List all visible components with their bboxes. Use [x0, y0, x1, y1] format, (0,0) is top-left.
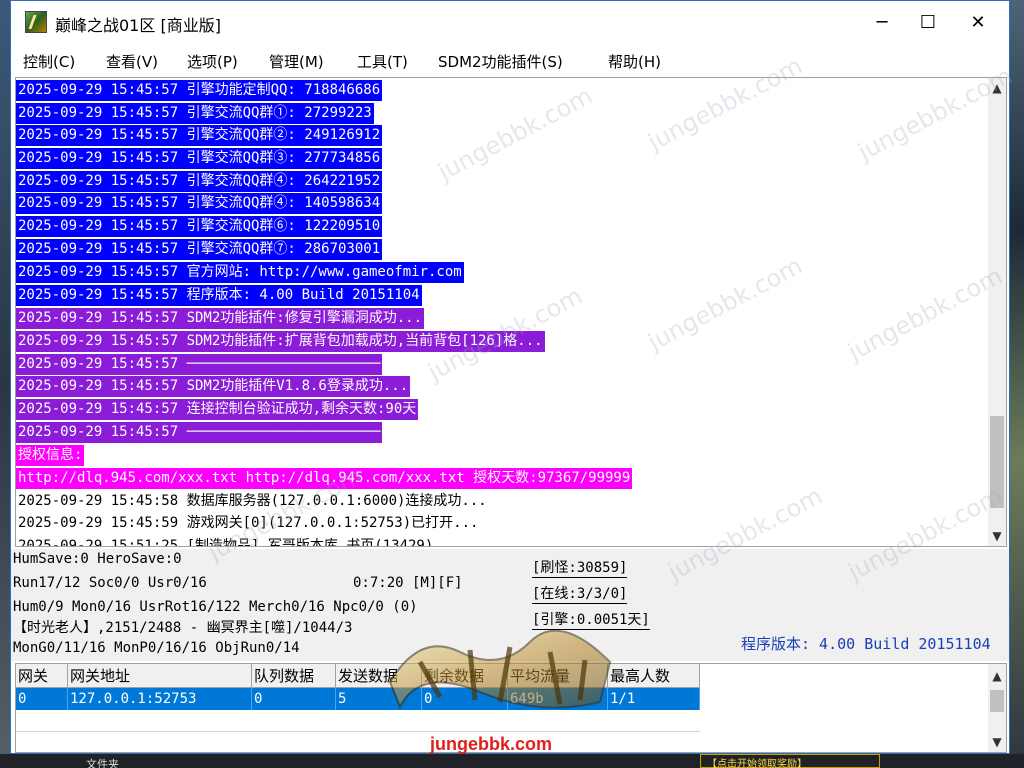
table-row-empty[interactable]	[16, 710, 700, 732]
log-line: 2025-09-29 15:45:57 官方网站: http://www.gam…	[16, 262, 464, 283]
gateway-col-sent[interactable]: 发送数据	[336, 664, 422, 688]
gateway-col-max-users[interactable]: 最高人数	[608, 664, 700, 688]
log-line: 2025-09-29 15:45:57 引擎交流QQ群⑥: 122209510	[16, 216, 383, 237]
menu-view[interactable]: 查看(V)	[106, 51, 158, 72]
app-icon	[25, 11, 47, 33]
status-hum: Hum0/9 Mon0/16 UsrRot16/122 Merch0/16 Np…	[13, 599, 418, 615]
menu-options[interactable]: 选项(P)	[187, 51, 238, 72]
program-version: 程序版本: 4.00 Build 20151104	[741, 635, 991, 653]
status-humsave: HumSave:0 HeroSave:0	[13, 551, 182, 567]
gateway-max-users-cell: 1/1	[608, 688, 700, 710]
log-line: 2025-09-29 15:45:57 SDM2功能插件V1.8.6登录成功..…	[16, 376, 411, 397]
log-line: 授权信息:	[16, 445, 85, 466]
gateway-scrollbar[interactable]: ▲ ▼	[988, 664, 1006, 752]
desktop-background-left	[0, 0, 10, 768]
scroll-up-icon[interactable]: ▲	[988, 78, 1006, 98]
log-line: 2025-09-29 15:45:57 引擎交流QQ群③: 277734856	[16, 148, 383, 169]
gateway-traffic-cell: 649b	[508, 688, 608, 710]
log-line: 2025-09-29 15:45:57 引擎交流QQ群④: 140598634	[16, 193, 383, 214]
log-lines: 2025-09-29 15:45:57 引擎功能定制QQ: 718846686 …	[16, 78, 986, 546]
desktop-background-right	[1010, 0, 1024, 768]
scroll-down-icon[interactable]: ▼	[988, 526, 1006, 546]
window-title: 巅峰之战01区 [商业版]	[55, 16, 221, 35]
log-line: 2025-09-29 15:45:59 游戏网关[0](127.0.0.1:52…	[18, 515, 479, 531]
log-line: 2025-09-29 15:45:57 SDM2功能插件:扩展背包加载成功,当前…	[16, 331, 545, 352]
log-line: 2025-09-29 15:45:57 引擎交流QQ群⑦: 286703001	[16, 239, 383, 260]
menu-manage[interactable]: 管理(M)	[269, 51, 324, 72]
desktop-taskbar-area: 文件夹 【点击开始领取奖励】	[0, 754, 1024, 768]
status-refresh: [刷怪:30859]	[532, 557, 628, 578]
log-line: 2025-09-29 15:45:57 引擎交流QQ群①: 27299223	[16, 103, 374, 124]
gateway-col-queue[interactable]: 队列数据	[252, 664, 336, 688]
log-line: 2025-09-29 15:45:57 程序版本: 4.00 Build 201…	[16, 285, 422, 306]
menu-control[interactable]: 控制(C)	[23, 51, 75, 72]
log-line: 2025-09-29 15:45:58 数据库服务器(127.0.0.1:600…	[18, 493, 487, 509]
log-line: 2025-09-29 15:45:57 引擎交流QQ群④: 264221952	[16, 171, 383, 192]
server-console-window: 巅峰之战01区 [商业版] ─ ☐ ✕ 控制(C) 查看(V) 选项(P) 管理…	[10, 0, 1010, 754]
log-line: 2025-09-29 15:45:57 引擎功能定制QQ: 718846686	[16, 80, 383, 101]
status-timer: 0:7:20 [M][F]	[353, 575, 463, 591]
gateway-col-traffic[interactable]: 平均流量	[508, 664, 608, 688]
maximize-icon[interactable]: ☐	[905, 1, 951, 45]
log-line: 2025-09-29 15:45:57 SDM2功能插件:修复引擎漏洞成功...	[16, 308, 425, 329]
gateway-queue-cell: 0	[252, 688, 336, 710]
desktop-notice[interactable]: 【点击开始领取奖励】	[700, 754, 880, 768]
scroll-thumb[interactable]	[990, 690, 1004, 712]
gateway-col-remaining[interactable]: 剩余数据	[422, 664, 508, 688]
table-row-empty[interactable]	[16, 732, 700, 752]
log-line: 2025-09-29 15:45:57 连接控制台验证成功,剩余天数:90天	[16, 399, 419, 420]
gateway-col-id[interactable]: 网关	[16, 664, 68, 688]
menu-sdm2-plugin[interactable]: SDM2功能插件(S)	[438, 51, 563, 72]
gateway-id-cell: 0	[16, 688, 68, 710]
status-mongen: MonG0/11/16 MonP0/16/16 ObjRun0/14	[13, 640, 300, 656]
gateway-remaining-cell: 0	[422, 688, 508, 710]
menu-bar: 控制(C) 查看(V) 选项(P) 管理(M) 工具(T) SDM2功能插件(S…	[11, 45, 1009, 75]
title-bar[interactable]: 巅峰之战01区 [商业版] ─ ☐ ✕	[11, 1, 1009, 45]
log-line: 2025-09-29 15:45:57 ────────────────────…	[16, 354, 383, 375]
status-engine: [引擎:0.0051天]	[532, 609, 650, 630]
gateway-table[interactable]: 网关 网关地址 队列数据 发送数据 剩余数据 平均流量 最高人数 0 127.0…	[15, 663, 1007, 753]
gateway-sent-cell: 5	[336, 688, 422, 710]
log-line: 2025-09-29 15:51:25 [制造物品] 军哥版本库 书页(1342…	[18, 538, 434, 546]
log-panel[interactable]: 2025-09-29 15:45:57 引擎功能定制QQ: 718846686 …	[15, 77, 1007, 547]
status-map: 【时光老人】,2151/2488 - 幽冥界主[噬]/1044/3	[13, 620, 353, 636]
minimize-icon[interactable]: ─	[859, 1, 905, 45]
log-line: 2025-09-29 15:45:57 ────────────────────…	[16, 422, 383, 443]
log-scrollbar[interactable]: ▲ ▼	[988, 78, 1006, 546]
status-online: [在线:3/3/0]	[532, 583, 628, 604]
table-row[interactable]: 0 127.0.0.1:52753 0 5 0 649b 1/1	[16, 688, 700, 710]
status-panel: HumSave:0 HeroSave:0 Run17/12 Soc0/0 Usr…	[11, 549, 1009, 661]
gateway-address-cell: 127.0.0.1:52753	[68, 688, 252, 710]
log-line: http://dlq.945.com/xxx.txt http://dlq.94…	[16, 468, 633, 489]
menu-help[interactable]: 帮助(H)	[608, 51, 661, 72]
status-run: Run17/12 Soc0/0 Usr0/16	[13, 575, 207, 591]
scroll-thumb[interactable]	[990, 416, 1004, 508]
log-line: 2025-09-29 15:45:57 引擎交流QQ群②: 249126912	[16, 125, 383, 146]
close-icon[interactable]: ✕	[955, 1, 1001, 45]
gateway-col-address[interactable]: 网关地址	[68, 664, 252, 688]
desktop-folder-label[interactable]: 文件夹	[86, 756, 119, 768]
scroll-down-icon[interactable]: ▼	[988, 732, 1006, 752]
scroll-up-icon[interactable]: ▲	[988, 666, 1006, 686]
menu-tools[interactable]: 工具(T)	[357, 51, 408, 72]
